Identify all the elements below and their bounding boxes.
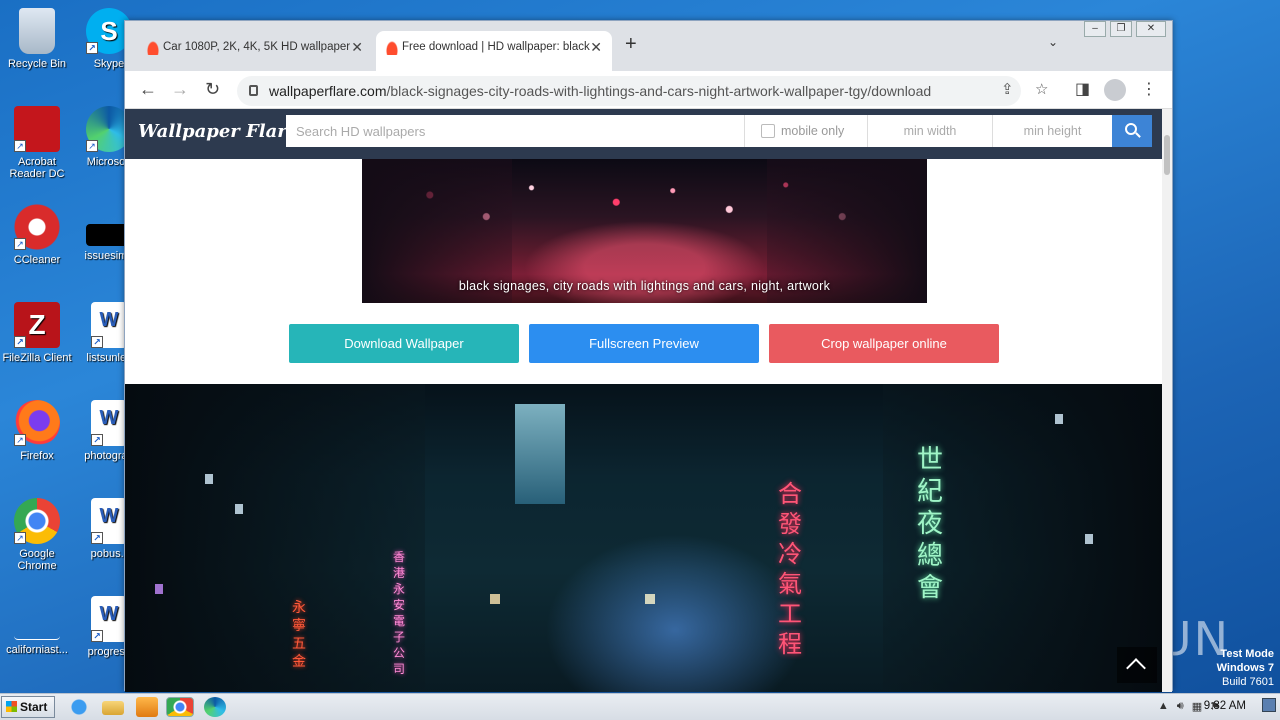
search-input[interactable]	[286, 115, 744, 147]
scrollbar-thumb[interactable]	[1164, 135, 1170, 175]
close-tab-icon[interactable]: ✕	[351, 31, 363, 63]
desktop-icon-chrome[interactable]: ↗ Google Chrome	[0, 498, 74, 572]
address-bar[interactable]: wallpaperflare.com/black-signages-city-r…	[237, 76, 1021, 106]
share-icon[interactable]: ⇪	[1001, 80, 1014, 98]
site-logo[interactable]: Wallpaper Flare	[138, 121, 298, 142]
menu-kebab-icon[interactable]: ⋮	[1141, 79, 1157, 99]
flame-favicon-icon	[147, 41, 159, 55]
clock[interactable]: 9:32 AM	[1204, 700, 1246, 712]
back-arrow-icon[interactable]: ←	[139, 79, 157, 100]
neon-sign-red: 合發冷氣工程	[778, 480, 802, 658]
window-controls: – ❐ ✕	[1084, 21, 1166, 37]
side-panel-icon[interactable]: ◨	[1075, 79, 1090, 99]
crop-wallpaper-button[interactable]: Crop wallpaper online	[769, 324, 999, 363]
neon-sign-pink: 香港永安電子公司	[392, 550, 405, 676]
edge-taskbar-icon[interactable]	[204, 697, 226, 717]
word-doc-icon: W ↗	[91, 596, 127, 642]
neon-sign-orange: 永寧五金	[292, 600, 306, 670]
min-height-field[interactable]: min height	[992, 115, 1112, 147]
wallpaper-preview-image[interactable]: 世紀夜總會 合發冷氣工程 香港永安電子公司 永寧五金	[125, 384, 1163, 692]
acrobat-icon: ↗	[14, 106, 60, 152]
mobile-only-filter[interactable]: mobile only	[744, 115, 867, 147]
ccleaner-icon: ↗	[14, 204, 60, 250]
new-tab-button[interactable]: +	[625, 33, 637, 56]
lock-icon	[249, 85, 258, 96]
close-window-button[interactable]: ✕	[1136, 21, 1166, 37]
internet-explorer-icon[interactable]	[68, 697, 90, 717]
word-doc-icon: W ↗	[91, 400, 127, 446]
browser-window: Car 1080P, 2K, 4K, 5K HD wallpaper ✕ Fre…	[124, 20, 1173, 692]
tray-expand-icon[interactable]: ▲	[1158, 700, 1169, 713]
site-header: Wallpaper Flare mobile only min width mi…	[125, 109, 1163, 159]
tab-title: Car 1080P, 2K, 4K, 5K HD wallpaper	[163, 41, 351, 53]
word-doc-icon: W ↗	[91, 302, 127, 348]
wallpaper-thumbnail[interactable]: black signages, city roads with lighting…	[362, 159, 927, 303]
url-domain: wallpaperflare.com	[269, 83, 387, 99]
test-mode-notice: Test Mode Windows 7 Build 7601	[1216, 648, 1274, 688]
tab-free-download[interactable]: Free download | HD wallpaper: black ✕	[376, 31, 612, 71]
desktop-icon-filezilla[interactable]: Z ↗ FileZilla Client	[0, 302, 74, 364]
fullscreen-preview-button[interactable]: Fullscreen Preview	[529, 324, 759, 363]
download-wallpaper-button[interactable]: Download Wallpaper	[289, 324, 519, 363]
taskbar: Start ▲ 🔊︎ ▦ ⚑ 9:32 AM	[0, 693, 1280, 720]
tab-car-wallpaper[interactable]: Car 1080P, 2K, 4K, 5K HD wallpaper ✕	[137, 31, 373, 71]
network-icon[interactable]: ▦	[1192, 700, 1202, 713]
search-button[interactable]	[1112, 115, 1152, 147]
filezilla-icon: Z ↗	[14, 302, 60, 348]
bookmark-star-icon[interactable]: ☆	[1035, 80, 1048, 98]
blank-file-icon	[14, 620, 60, 640]
url-path: /black-signages-city-roads-with-lighting…	[386, 83, 932, 99]
chrome-icon: ↗	[14, 498, 60, 544]
media-player-icon[interactable]	[136, 697, 158, 717]
browser-toolbar: ← → ↻ wallpaperflare.com/black-signages-…	[125, 71, 1172, 109]
profile-avatar[interactable]	[1104, 79, 1126, 101]
chrome-taskbar-icon[interactable]	[166, 697, 194, 717]
close-tab-icon[interactable]: ✕	[590, 31, 602, 63]
tab-title: Free download | HD wallpaper: black	[402, 41, 590, 53]
web-page: Wallpaper Flare mobile only min width mi…	[125, 109, 1163, 692]
volume-icon[interactable]: 🔊︎	[1177, 700, 1184, 713]
file-explorer-icon[interactable]	[102, 701, 124, 715]
page-scrollbar[interactable]	[1162, 109, 1172, 692]
word-doc-icon: W ↗	[91, 498, 127, 544]
tab-bar: Car 1080P, 2K, 4K, 5K HD wallpaper ✕ Fre…	[125, 21, 1172, 71]
neon-sign-green: 世紀夜總會	[916, 445, 943, 603]
desktop-icon-firefox[interactable]: ↗ Firefox	[0, 400, 74, 462]
start-button[interactable]: Start	[1, 696, 55, 718]
firefox-icon: ↗	[14, 400, 60, 446]
flame-favicon-icon	[386, 41, 398, 55]
desktop-icon-recycle-bin[interactable]: Recycle Bin	[0, 8, 74, 70]
reload-icon[interactable]: ↻	[205, 79, 220, 100]
desktop-icon-acrobat[interactable]: ↗ Acrobat Reader DC	[0, 106, 74, 180]
wallpaper-caption: black signages, city roads with lighting…	[458, 279, 831, 293]
min-width-field[interactable]: min width	[867, 115, 992, 147]
forward-arrow-icon[interactable]: →	[171, 79, 189, 100]
back-to-top-button[interactable]	[1117, 647, 1157, 683]
desktop-icon-californiast[interactable]: californiast...	[0, 620, 74, 656]
show-desktop-button[interactable]	[1262, 698, 1276, 712]
desktop-icon-ccleaner[interactable]: ↗ CCleaner	[0, 204, 74, 266]
windows-logo-icon	[6, 701, 17, 712]
tab-search-chevron-icon[interactable]: ⌄	[1048, 35, 1058, 49]
minimize-button[interactable]: –	[1084, 21, 1106, 37]
mobile-only-checkbox[interactable]	[761, 124, 775, 138]
recycle-bin-icon	[19, 8, 55, 54]
maximize-button[interactable]: ❐	[1110, 21, 1132, 37]
